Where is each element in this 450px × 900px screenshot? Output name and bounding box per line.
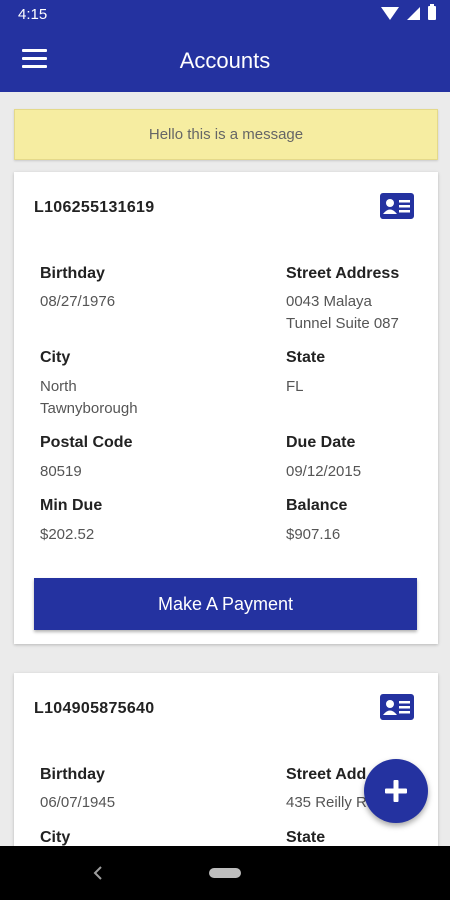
birthday-value: 08/27/1976 [40, 293, 116, 310]
plus-icon [385, 780, 407, 802]
min-due-value: $202.52 [40, 526, 95, 543]
min-due-label: Min Due [40, 497, 103, 514]
account-number: L104905875640 [34, 700, 155, 717]
city-line1: North [40, 378, 77, 395]
status-bar: 4:15 [0, 0, 450, 28]
state-value: FL [286, 378, 304, 395]
account-number: L106255131619 [34, 199, 155, 216]
state-label: State [286, 349, 326, 366]
home-pill-icon[interactable] [209, 868, 241, 878]
balance-value: $907.16 [286, 526, 341, 543]
id-card-icon[interactable] [380, 694, 414, 720]
page-title: Accounts [179, 48, 271, 73]
message-banner: Hello this is a message [14, 109, 438, 160]
make-payment-button[interactable]: Make A Payment [34, 578, 417, 630]
account-card: L106255131619 Birthday 08/27/1976 Street… [14, 172, 438, 644]
balance-label: Balance [286, 497, 348, 514]
city-label: City [40, 349, 71, 366]
city-line2: Tawnyborough [40, 400, 138, 417]
add-account-fab[interactable] [364, 759, 428, 823]
street-address-label: Street Address [286, 265, 400, 282]
birthday-label: Birthday [40, 766, 105, 783]
street-address-line2: Tunnel Suite 087 [286, 315, 399, 332]
status-time: 4:15 [18, 6, 48, 23]
status-icons [381, 4, 436, 20]
state-label: State [286, 829, 326, 846]
battery-icon [428, 4, 436, 20]
due-date-label: Due Date [286, 434, 356, 451]
back-chevron-icon[interactable] [88, 863, 108, 883]
app-bar: Accounts [0, 28, 450, 92]
birthday-value: 06/07/1945 [40, 794, 116, 811]
due-date-value: 09/12/2015 [286, 463, 362, 480]
system-nav-bar [0, 846, 450, 900]
city-label: City [40, 829, 71, 846]
wifi-icon [381, 6, 399, 20]
birthday-label: Birthday [40, 265, 105, 282]
postal-code-value: 80519 [40, 463, 82, 480]
id-card-icon[interactable] [380, 193, 414, 219]
street-address-line1: 0043 Malaya [286, 293, 372, 310]
postal-code-label: Postal Code [40, 434, 133, 451]
cell-signal-icon [407, 6, 420, 20]
